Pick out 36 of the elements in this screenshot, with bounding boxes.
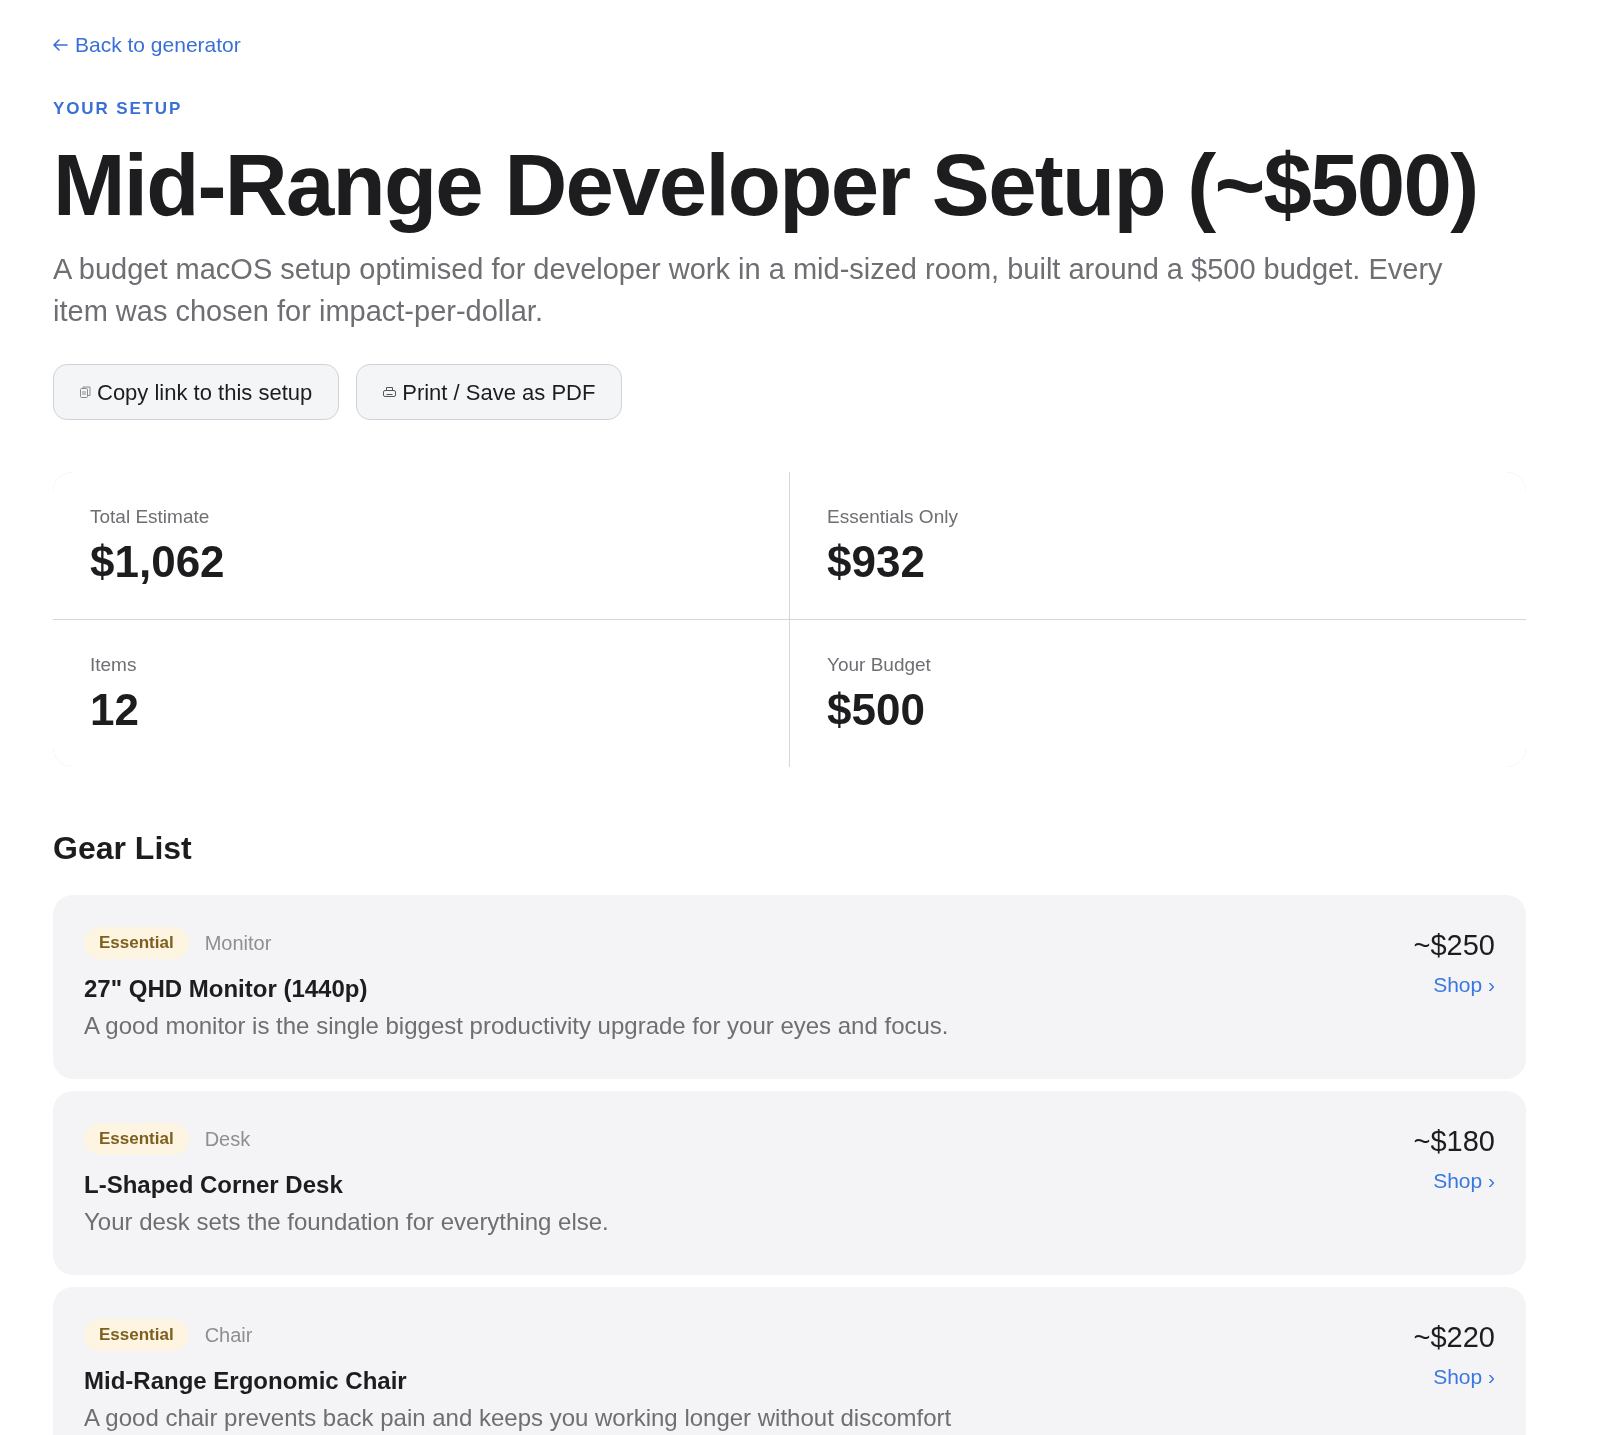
stat-value: $500 <box>827 686 925 734</box>
gear-description: A good chair prevents back pain and keeps you working longer without discomfort <box>84 1405 952 1431</box>
arrow-left-icon <box>53 39 68 51</box>
gear-name: L-Shaped Corner Desk <box>84 1171 343 1199</box>
page-description: A budget macOS setup optimised for developer work in a mid-sized room, built around a $500 budget. Every item was chosen for impact-per-dollar. <box>53 252 1444 329</box>
category-label: Monitor <box>204 931 272 956</box>
tier-badge: Essential <box>84 927 189 959</box>
tier-badge: Essential <box>84 1123 189 1155</box>
shop-link[interactable]: Shop › <box>1433 1364 1495 1390</box>
stat-label: Total Estimate <box>90 506 210 528</box>
section-eyebrow: YOUR SETUP <box>53 98 183 120</box>
tier-badge: Essential <box>84 1319 189 1351</box>
category-label: Desk <box>204 1127 251 1152</box>
stat-label: Your Budget <box>827 654 931 676</box>
stat-value: 12 <box>90 686 139 734</box>
stat-value: $932 <box>827 538 925 586</box>
gear-name: Mid-Range Ergonomic Chair <box>84 1367 407 1395</box>
back-link[interactable]: Back to generator <box>53 32 241 58</box>
shop-link[interactable]: Shop › <box>1433 1168 1495 1194</box>
stat-label: Essentials Only <box>827 506 958 528</box>
category-label: Chair <box>204 1323 253 1348</box>
stat-value: $1,062 <box>90 538 225 586</box>
gear-description: A good monitor is the single biggest productivity upgrade for your eyes and focus. <box>84 1013 949 1039</box>
shop-link[interactable]: Shop › <box>1433 972 1495 998</box>
printer-icon <box>383 386 397 398</box>
print-button[interactable]: Print / Save as PDF <box>356 364 623 420</box>
gear-price: ~$220 <box>1413 1320 1495 1355</box>
gear-description: Your desk sets the foundation for everything else. <box>84 1209 609 1235</box>
gear-name: 27" QHD Monitor (1440p) <box>84 975 368 1003</box>
copy-icon <box>80 386 91 398</box>
copy-link-button[interactable]: Copy link to this setup <box>53 364 340 420</box>
gear-price: ~$250 <box>1413 928 1495 963</box>
page-title: Mid-Range Developer Setup (~$500) <box>53 139 1478 231</box>
gear-price: ~$180 <box>1413 1124 1495 1159</box>
section-heading: Gear List <box>53 829 192 868</box>
stat-label: Items <box>90 654 137 676</box>
